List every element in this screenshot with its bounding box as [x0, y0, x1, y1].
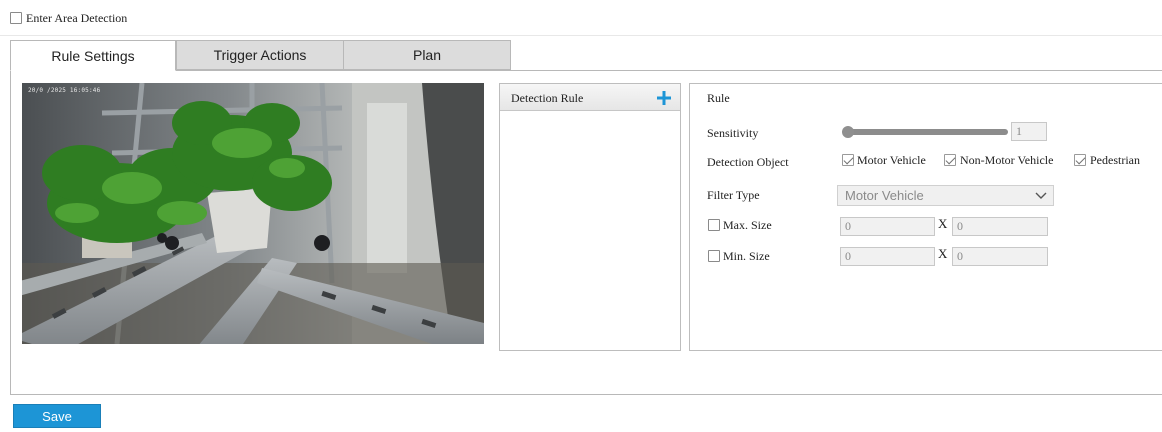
max-size-width-field[interactable]: 0 [840, 217, 935, 236]
filter-type-value: Motor Vehicle [845, 188, 924, 203]
max-size-separator: X [938, 216, 948, 231]
sensitivity-value-field[interactable]: 1 [1011, 122, 1047, 141]
detection-rule-header: Detection Rule [500, 84, 680, 111]
min-size-width-field[interactable]: 0 [840, 247, 935, 266]
save-button[interactable]: Save [13, 404, 101, 428]
max-size-label: Max. Size [723, 218, 772, 232]
enable-area-detection-checkbox[interactable] [10, 12, 22, 24]
enable-row [0, 0, 1162, 36]
non-motor-vehicle-label: Non-Motor Vehicle [960, 153, 1054, 167]
sensitivity-slider-handle[interactable] [842, 126, 854, 138]
rule-title: Rule [707, 91, 730, 105]
detection-object-label: Detection Object [707, 155, 789, 169]
tab-rule-settings[interactable]: Rule Settings [10, 40, 176, 71]
min-size-separator: X [938, 246, 948, 261]
detection-rule-header-label: Detection Rule [511, 91, 584, 105]
sensitivity-slider[interactable] [842, 126, 1008, 138]
pedestrian-checkbox[interactable] [1074, 154, 1086, 166]
filter-type-select[interactable]: Motor Vehicle [837, 185, 1054, 206]
video-preview[interactable]: 20/0 /2025 16:05:46 [22, 83, 484, 344]
min-size-height-field[interactable]: 0 [952, 247, 1048, 266]
tab-label: Plan [412, 47, 442, 63]
tab-trigger-actions[interactable]: Trigger Actions [176, 40, 344, 70]
pedestrian-label: Pedestrian [1090, 153, 1140, 167]
tab-plan[interactable]: Plan [343, 40, 511, 70]
plus-icon[interactable] [657, 91, 671, 105]
tab-label: Trigger Actions [213, 47, 307, 63]
video-frame [22, 83, 484, 344]
filter-type-label: Filter Type [707, 188, 760, 202]
motor-vehicle-checkbox[interactable] [842, 154, 854, 166]
chevron-down-icon [1035, 190, 1047, 200]
video-timestamp: 20/0 /2025 16:05:46 [28, 87, 101, 94]
enable-area-detection-label: Enter Area Detection [26, 11, 128, 25]
max-size-height-field[interactable]: 0 [952, 217, 1048, 236]
min-size-checkbox[interactable] [708, 250, 720, 262]
motor-vehicle-label: Motor Vehicle [857, 153, 926, 167]
sensitivity-slider-track [846, 129, 1008, 135]
max-size-checkbox[interactable] [708, 219, 720, 231]
tab-label: Rule Settings [51, 47, 135, 64]
non-motor-vehicle-checkbox[interactable] [944, 154, 956, 166]
sensitivity-label: Sensitivity [707, 126, 759, 140]
detection-rule-list: Detection Rule [499, 83, 681, 351]
min-size-label: Min. Size [723, 249, 770, 263]
